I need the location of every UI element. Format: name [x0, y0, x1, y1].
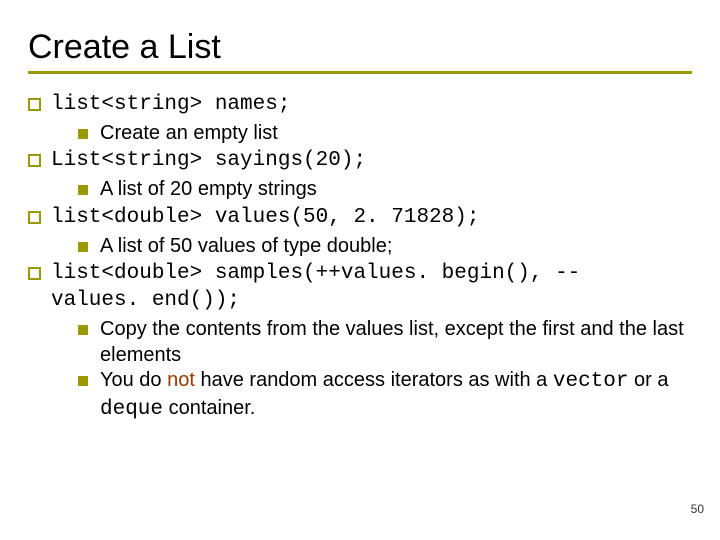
- bullet-open-icon: [28, 211, 41, 224]
- body-text: Create an empty list: [100, 121, 692, 147]
- list-item: List<string> sayings(20);: [28, 148, 692, 175]
- list-item: list<double> samples(++values. begin(), …: [28, 261, 692, 315]
- code-text: List<string> sayings(20);: [51, 148, 692, 175]
- list-item: A list of 20 empty strings: [78, 177, 692, 203]
- bullet-open-icon: [28, 154, 41, 167]
- slide-title: Create a List: [28, 28, 692, 67]
- list-item: You do not have random access iterators …: [78, 368, 692, 424]
- text-not: not: [167, 369, 195, 391]
- list-item: list<double> values(50, 2. 71828);: [28, 205, 692, 232]
- inline-code: deque: [100, 398, 163, 421]
- text-pre: You do: [100, 369, 167, 391]
- list-item: list<string> names;: [28, 92, 692, 119]
- text-post: container.: [163, 397, 255, 419]
- slide-body: list<string> names; Create an empty list…: [28, 92, 692, 424]
- code-text: list<double> values(50, 2. 71828);: [51, 205, 692, 232]
- body-text: A list of 20 empty strings: [100, 177, 692, 203]
- code-line-1: list<double> samples(++values. begin(), …: [51, 262, 580, 285]
- inline-code: vector: [553, 370, 629, 393]
- bullet-solid-icon: [78, 129, 88, 139]
- bullet-open-icon: [28, 98, 41, 111]
- text-mid: have random access iterators as with a: [195, 369, 553, 391]
- list-item: Copy the contents from the values list, …: [78, 317, 692, 368]
- bullet-solid-icon: [78, 325, 88, 335]
- code-text: list<double> samples(++values. begin(), …: [51, 261, 692, 315]
- bullet-solid-icon: [78, 185, 88, 195]
- body-text: You do not have random access iterators …: [100, 368, 692, 424]
- bullet-open-icon: [28, 267, 41, 280]
- list-item: A list of 50 values of type double;: [78, 234, 692, 260]
- bullet-solid-icon: [78, 242, 88, 252]
- code-line-2: values. end());: [51, 289, 240, 312]
- body-text: Copy the contents from the values list, …: [100, 317, 692, 368]
- page-number: 50: [691, 502, 704, 516]
- title-rule: [28, 71, 692, 74]
- body-text: A list of 50 values of type double;: [100, 234, 692, 260]
- text-mid2: or a: [629, 369, 669, 391]
- bullet-solid-icon: [78, 376, 88, 386]
- list-item: Create an empty list: [78, 121, 692, 147]
- code-text: list<string> names;: [51, 92, 692, 119]
